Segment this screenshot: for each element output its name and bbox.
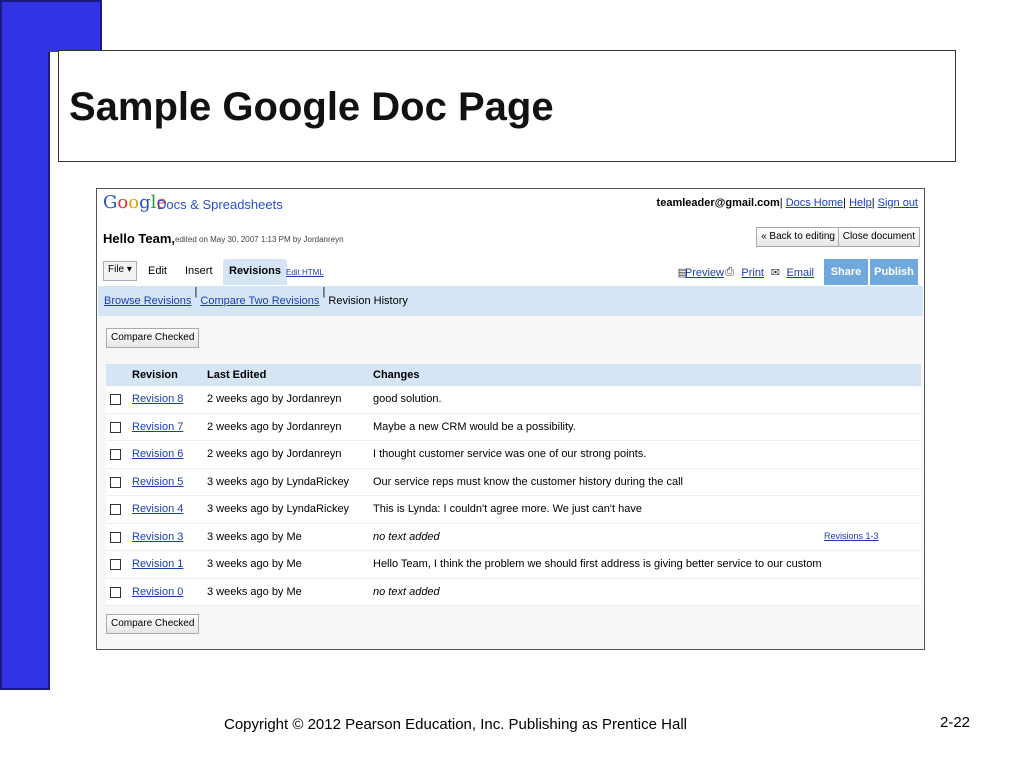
app-name: Docs & Spreadsheets xyxy=(157,197,283,212)
last-edited-cell: 3 weeks ago by Me xyxy=(207,558,302,570)
close-document-button[interactable]: Close document xyxy=(837,227,920,247)
revision-link[interactable]: Revision 4 xyxy=(132,503,183,515)
back-to-editing-button[interactable]: « Back to editing xyxy=(756,227,840,247)
logo-letter: o xyxy=(128,192,140,213)
last-edited-cell: 3 weeks ago by LyndaRickey xyxy=(207,475,350,488)
header-last-edited: Last Edited xyxy=(207,369,267,381)
share-button[interactable]: Share xyxy=(824,259,868,285)
print-link[interactable]: Print xyxy=(741,267,764,279)
revision-history-panel: Compare Checked Revision Last Edited Cha… xyxy=(98,316,923,649)
print-icon[interactable]: ⎙ xyxy=(725,266,734,279)
changes-cell: Our service reps must know the customer … xyxy=(373,475,683,488)
compare-checked-button[interactable]: Compare Checked xyxy=(106,328,200,348)
email-icon[interactable]: ✉ xyxy=(771,266,780,279)
table-row: Revision 1 3 weeks ago by Me Hello Team, I… xyxy=(106,551,921,579)
logo-letter: G xyxy=(103,192,118,213)
google-docs-screenshot: Google Docs & Spreadsheets teamleader@gm… xyxy=(96,188,925,650)
compare-checked-button-bottom[interactable]: Compare Checked xyxy=(106,614,200,634)
logo-letter: o xyxy=(117,192,129,213)
revision-table: Revision Last Edited Changes Revision 8 2… xyxy=(106,364,921,606)
tab-bar: File ▾ Edit Insert Revisions Edit HTML ▤… xyxy=(103,259,920,285)
email-link[interactable]: Email xyxy=(786,267,814,279)
slide-accent-bar xyxy=(0,0,50,690)
last-edited-cell: 2 weeks ago by Jordanreyn xyxy=(207,393,342,405)
revision-link[interactable]: Revision 3 xyxy=(132,531,183,543)
title-box: Sample Google Doc Page xyxy=(58,50,956,162)
last-edited-cell: 3 weeks ago by Me xyxy=(207,530,302,543)
slide-title: Sample Google Doc Page xyxy=(69,85,554,129)
revision-history-label: Revision History xyxy=(328,295,408,307)
changes-cell: Hello Team, I think the problem we shoul… xyxy=(373,558,821,570)
revision-checkbox[interactable] xyxy=(110,394,121,405)
compare-revisions-link[interactable]: Compare Two Revisions xyxy=(200,295,319,307)
revision-link[interactable]: Revision 7 xyxy=(132,421,183,433)
revision-checkbox[interactable] xyxy=(110,449,121,460)
copyright-footer: Copyright © 2012 Pearson Education, Inc.… xyxy=(224,716,687,733)
docs-home-link[interactable]: Docs Home xyxy=(786,197,843,209)
tab-edit[interactable]: Edit xyxy=(148,265,167,277)
revision-checkbox[interactable] xyxy=(110,586,121,598)
browse-revisions-link[interactable]: Browse Revisions xyxy=(104,295,191,307)
tab-insert[interactable]: Insert xyxy=(185,265,213,277)
table-row: Revision 0 3 weeks ago by Me no text added xyxy=(106,578,921,606)
revision-checkbox[interactable] xyxy=(110,531,121,543)
revisions-subnav: Browse Revisions | Compare Two Revisions… xyxy=(98,286,923,316)
changes-cell: good solution. xyxy=(373,393,442,405)
revision-link[interactable]: Revision 8 xyxy=(132,393,183,405)
revision-checkbox[interactable] xyxy=(110,504,121,515)
last-edited-cell: 2 weeks ago by Jordanreyn xyxy=(207,420,342,433)
account-email: teamleader@gmail.com xyxy=(656,197,780,209)
table-row: Revision 6 2 weeks ago by Jordanreyn I tho… xyxy=(106,441,921,469)
header-revision: Revision xyxy=(132,369,178,381)
doc-meta: edited on May 30, 2007 1:13 PM by Jordan… xyxy=(175,235,344,244)
tab-revisions[interactable]: Revisions xyxy=(223,259,287,285)
table-row: Revision 7 2 weeks ago by Jordanreyn Maybe… xyxy=(106,413,921,441)
last-edited-cell: 3 weeks ago by Me xyxy=(207,585,302,598)
changes-cell: I thought customer service was one of ou… xyxy=(373,448,647,460)
doc-title: Hello Team, xyxy=(103,231,176,246)
revision-link[interactable]: Revision 5 xyxy=(132,476,183,488)
revision-checkbox[interactable] xyxy=(110,559,121,570)
slide-accent-top xyxy=(0,0,102,52)
last-edited-cell: 2 weeks ago by Jordanreyn xyxy=(207,448,342,460)
table-row: Revision 5 3 weeks ago by LyndaRickey Our … xyxy=(106,468,921,496)
table-row: Revision 3 3 weeks ago by Me no text added… xyxy=(106,523,921,551)
page-number: 2-22 xyxy=(940,714,971,731)
revision-checkbox[interactable] xyxy=(110,476,121,488)
account-bar: teamleader@gmail.com| Docs Home| Help| S… xyxy=(656,197,918,209)
changes-cell: Maybe a new CRM would be a possibility. xyxy=(373,420,576,433)
table-header: Revision Last Edited Changes xyxy=(106,364,921,386)
revision-link[interactable]: Revision 6 xyxy=(132,448,183,460)
changes-cell: no text added xyxy=(373,530,440,543)
tab-edit-html[interactable]: Edit HTML xyxy=(286,268,324,277)
revision-link[interactable]: Revision 0 xyxy=(132,586,183,598)
help-link[interactable]: Help xyxy=(849,197,872,209)
sign-out-link[interactable]: Sign out xyxy=(878,197,918,209)
last-edited-cell: 3 weeks ago by LyndaRickey xyxy=(207,503,350,515)
file-menu-button[interactable]: File ▾ xyxy=(103,261,137,281)
preview-link[interactable]: Preview xyxy=(685,267,724,279)
table-row: Revision 4 3 weeks ago by LyndaRickey This… xyxy=(106,496,921,524)
header-changes: Changes xyxy=(373,369,420,381)
table-row: Revision 8 2 weeks ago by Jordanreyn good … xyxy=(106,386,921,414)
changes-cell: no text added xyxy=(373,585,440,598)
publish-button[interactable]: Publish xyxy=(870,259,918,285)
revisions-range-link[interactable]: Revisions 1-3 xyxy=(824,531,879,541)
changes-cell: This is Lynda: I couldn't agree more. We… xyxy=(373,503,642,515)
revision-link[interactable]: Revision 1 xyxy=(132,558,183,570)
revision-checkbox[interactable] xyxy=(110,421,121,433)
logo-letter: g xyxy=(139,192,151,213)
